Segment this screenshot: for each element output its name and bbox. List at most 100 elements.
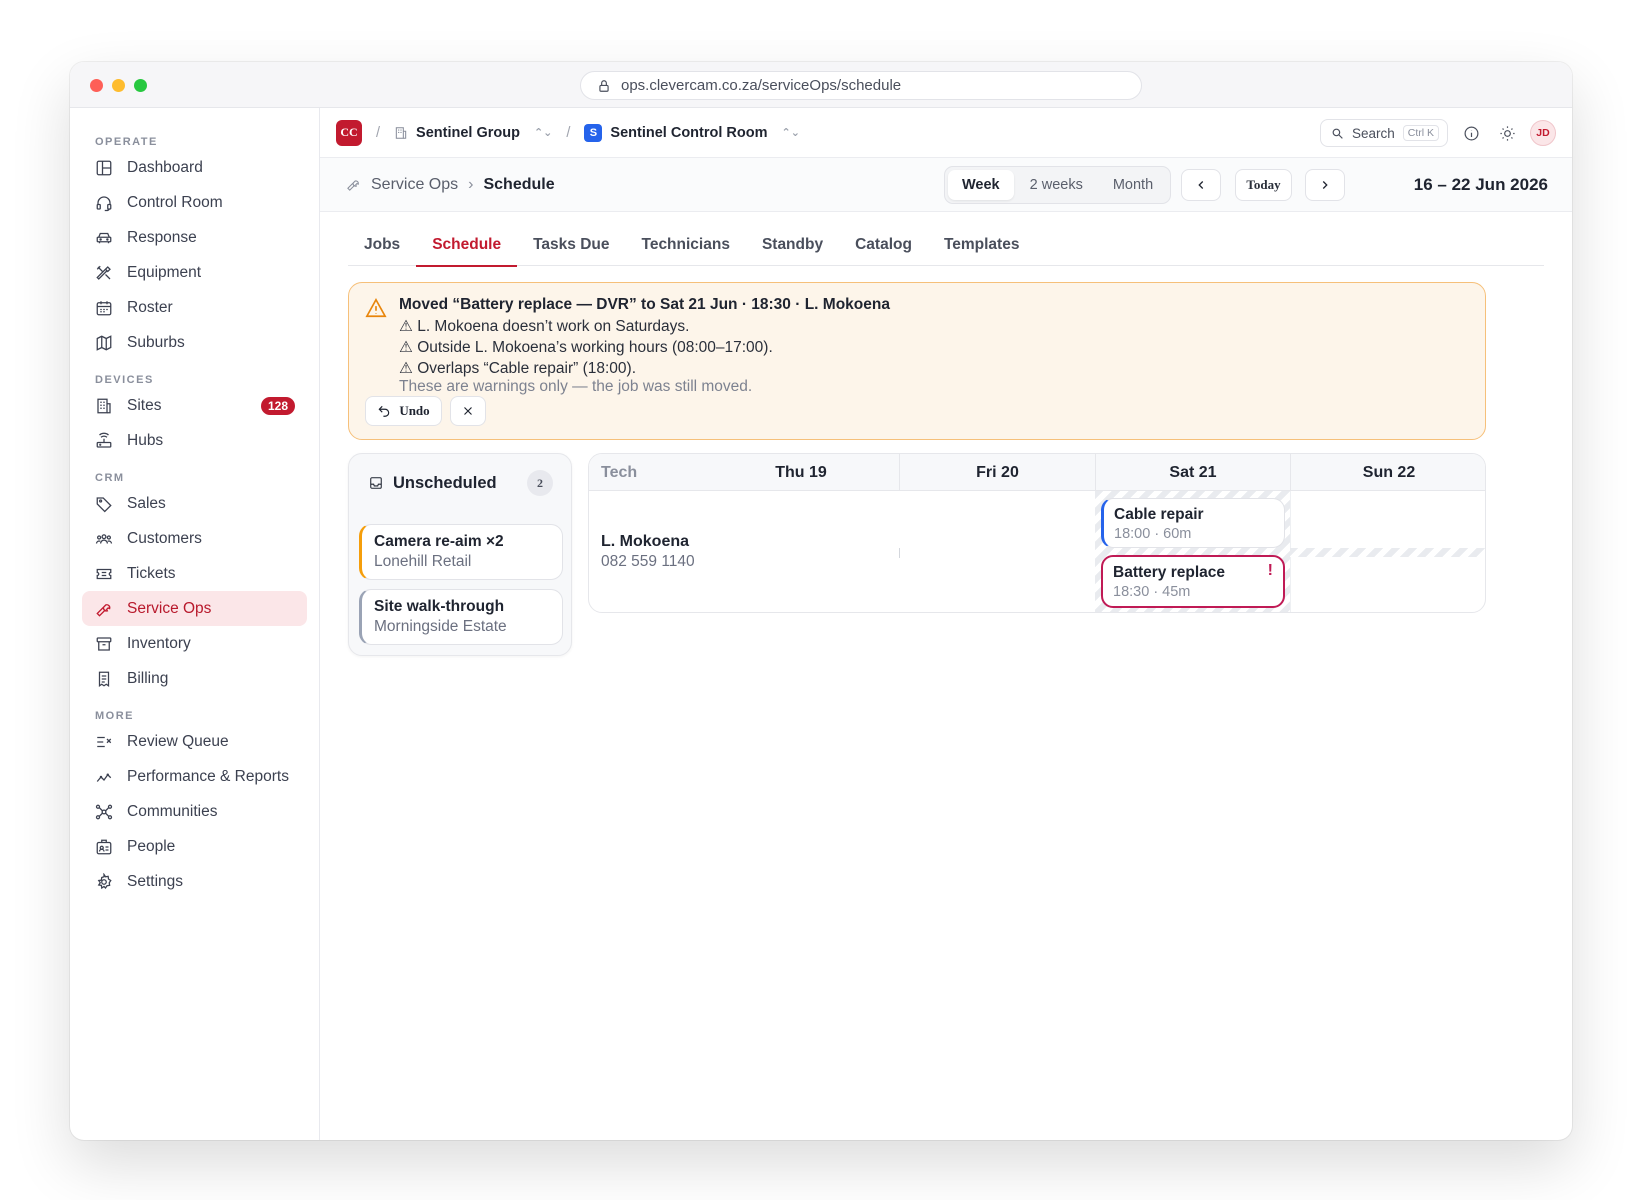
sidebar-item-hubs[interactable]: Hubs	[82, 423, 307, 458]
breadcrumb: Service Ops › Schedule	[346, 176, 555, 194]
alert-warning: ⚠ Outside L. Mokoena’s working hours (08…	[399, 339, 773, 356]
unavailable-hours-shading	[1290, 548, 1485, 557]
tab-templates[interactable]: Templates	[928, 232, 1036, 266]
workspace-name: Sentinel Control Room	[610, 124, 768, 141]
sidebar-item-communities[interactable]: Communities	[82, 794, 307, 829]
map-icon	[96, 334, 112, 351]
minimize-window-button[interactable]	[112, 79, 125, 92]
user-avatar[interactable]: JD	[1530, 120, 1556, 146]
undo-button[interactable]: Undo	[365, 396, 442, 426]
sidebar-item-label: Control Room	[127, 193, 223, 211]
tech-column-header: Tech	[601, 463, 638, 481]
sidebar-item-label: Sales	[127, 494, 166, 512]
maximize-window-button[interactable]	[134, 79, 147, 92]
sidebar-item-label: Sites	[127, 396, 162, 414]
section-label-crm: CRM	[95, 472, 125, 484]
workspace-switcher[interactable]: S Sentinel Control Room ⌃⌄	[584, 123, 800, 142]
dismiss-alert-button[interactable]	[450, 396, 486, 426]
sidebar-item-review-queue[interactable]: Review Queue	[82, 724, 307, 759]
scheduled-job-card[interactable]: Cable repair 18:00 · 60m	[1101, 498, 1285, 548]
tab-tasks-due[interactable]: Tasks Due	[517, 232, 625, 266]
alert-warning: ⚠ Overlaps “Cable repair” (18:00).	[399, 360, 637, 377]
sidebar-item-sales[interactable]: Sales	[82, 486, 307, 521]
tab-standby[interactable]: Standby	[746, 232, 839, 266]
sidebar-item-label: Billing	[127, 669, 169, 687]
undo-icon	[378, 405, 390, 417]
receipt-icon	[98, 671, 110, 687]
wrench-icon	[347, 180, 359, 191]
sidebar-item-inventory[interactable]: Inventory	[82, 626, 307, 661]
chevron-up-down-icon: ⌃⌄	[781, 127, 800, 139]
sidebar-item-label: Settings	[127, 872, 184, 890]
car-icon	[96, 232, 112, 243]
sidebar-item-label: Tickets	[127, 564, 176, 582]
browser-window: ops.clevercam.co.za/serviceOps/schedule …	[70, 62, 1572, 1140]
search-icon	[1332, 128, 1343, 139]
tab-schedule[interactable]: Schedule	[416, 232, 518, 267]
sidebar-item-dashboard[interactable]: Dashboard	[82, 150, 307, 185]
sidebar-item-response[interactable]: Response	[82, 220, 307, 255]
tag-icon	[96, 496, 112, 512]
today-button[interactable]: Today	[1235, 169, 1292, 201]
view-week-button[interactable]: Week	[948, 170, 1014, 200]
alert-title: Moved “Battery replace — DVR” to Sat 21 …	[399, 296, 890, 313]
app-logo[interactable]: CC	[336, 119, 362, 146]
view-month-button[interactable]: Month	[1099, 170, 1167, 200]
sidebar-item-sites[interactable]: Sites 128	[82, 388, 307, 423]
search-button[interactable]: Search Ctrl K	[1319, 119, 1448, 147]
previous-week-button[interactable]	[1181, 169, 1221, 201]
job-title: Camera re-aim ×2	[374, 533, 504, 550]
view-2-weeks-button[interactable]: 2 weeks	[1016, 170, 1097, 200]
alert-warning: ⚠ L. Mokoena doesn’t work on Saturdays.	[399, 318, 690, 335]
theme-toggle-button[interactable]	[1494, 120, 1520, 146]
job-title: Battery replace	[1113, 564, 1226, 581]
job-site: Lonehill Retail	[374, 553, 472, 570]
info-icon	[1464, 126, 1478, 140]
sidebar-item-billing[interactable]: Billing	[82, 661, 307, 696]
sidebar-item-performance-reports[interactable]: Performance & Reports	[82, 759, 307, 794]
org-switcher[interactable]: Sentinel Group ⌃⌄	[394, 125, 552, 141]
sidebar-item-service-ops[interactable]: Service Ops	[82, 591, 307, 626]
wrench-icon	[96, 603, 111, 617]
job-title: Site walk-through	[374, 598, 505, 615]
sidebar-item-people[interactable]: People	[82, 829, 307, 864]
breadcrumb-separator: /	[376, 124, 381, 141]
scheduled-job-card-conflict[interactable]: Battery replace 18:30 · 45m !	[1101, 555, 1285, 608]
network-icon	[95, 804, 113, 819]
sidebar-item-label: Inventory	[127, 634, 191, 652]
url-text: ops.clevercam.co.za/serviceOps/schedule	[621, 77, 902, 94]
building-icon	[395, 126, 407, 139]
list-check-icon	[97, 736, 112, 747]
sidebar-item-label: Review Queue	[127, 732, 229, 750]
tab-technicians[interactable]: Technicians	[626, 232, 746, 266]
job-site: Morningside Estate	[374, 618, 507, 635]
sidebar-item-settings[interactable]: Settings	[82, 864, 307, 899]
sidebar-item-label: Response	[127, 228, 197, 246]
sidebar-item-label: Communities	[127, 802, 218, 820]
close-window-button[interactable]	[90, 79, 103, 92]
sidebar-item-customers[interactable]: Customers	[82, 521, 307, 556]
unscheduled-job-card[interactable]: Camera re-aim ×2 Lonehill Retail	[359, 524, 563, 580]
sidebar-item-tickets[interactable]: Tickets	[82, 556, 307, 591]
sidebar-item-control-room[interactable]: Control Room	[82, 185, 307, 220]
sidebar-item-label: Suburbs	[127, 333, 185, 351]
info-button[interactable]	[1458, 120, 1484, 146]
address-bar[interactable]: ops.clevercam.co.za/serviceOps/schedule	[580, 71, 1142, 100]
conflict-alert-icon: !	[1267, 562, 1273, 579]
breadcrumb-service-ops[interactable]: Service Ops	[371, 176, 458, 194]
sidebar-item-label: Hubs	[127, 431, 164, 449]
next-week-button[interactable]	[1305, 169, 1345, 201]
undo-label: Undo	[399, 403, 430, 418]
sidebar-item-equipment[interactable]: Equipment	[82, 255, 307, 290]
day-header: Thu 19	[775, 463, 827, 481]
tab-jobs[interactable]: Jobs	[348, 232, 416, 266]
sidebar-item-suburbs[interactable]: Suburbs	[82, 325, 307, 360]
sidebar-item-roster[interactable]: Roster	[82, 290, 307, 325]
ticket-icon	[96, 568, 112, 579]
unscheduled-job-card[interactable]: Site walk-through Morningside Estate	[359, 589, 563, 645]
tab-catalog[interactable]: Catalog	[839, 232, 928, 266]
users-icon	[95, 533, 113, 544]
top-bar: CC / Sentinel Group ⌃⌄ / S Sentinel Cont…	[320, 108, 1572, 158]
technician-name: L. Mokoena	[601, 533, 690, 550]
archive-icon	[96, 636, 112, 651]
